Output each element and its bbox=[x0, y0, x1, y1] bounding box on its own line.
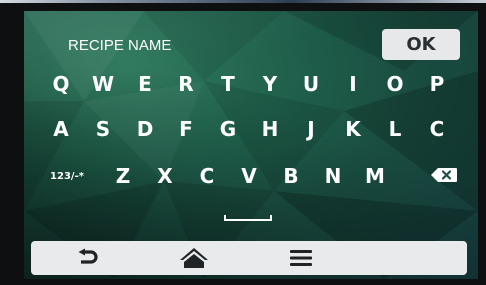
key-q[interactable]: Q bbox=[44, 69, 78, 99]
key-a[interactable]: A bbox=[44, 114, 78, 144]
key-t[interactable]: T bbox=[211, 69, 245, 99]
key-h[interactable]: H bbox=[253, 114, 287, 144]
symbols-key[interactable]: 123/-* bbox=[42, 161, 92, 191]
key-l[interactable]: L bbox=[378, 114, 412, 144]
key-i[interactable]: I bbox=[336, 69, 370, 99]
spacebar-icon-right bbox=[270, 215, 272, 221]
menu-icon bbox=[290, 250, 312, 266]
spacebar-icon bbox=[224, 219, 272, 221]
key-f[interactable]: F bbox=[169, 114, 203, 144]
key-m[interactable]: M bbox=[358, 161, 392, 191]
key-c-cedilla[interactable]: C bbox=[420, 114, 454, 144]
key-w[interactable]: W bbox=[86, 69, 120, 99]
key-c[interactable]: C bbox=[190, 161, 224, 191]
key-d[interactable]: D bbox=[128, 114, 162, 144]
menu-button[interactable] bbox=[281, 243, 321, 273]
backspace-key[interactable] bbox=[427, 160, 461, 190]
key-k[interactable]: K bbox=[336, 114, 370, 144]
key-o[interactable]: O bbox=[378, 69, 412, 99]
back-button[interactable] bbox=[68, 243, 108, 273]
recipe-name-label: RECIPE NAME bbox=[68, 37, 172, 54]
key-g[interactable]: G bbox=[211, 114, 245, 144]
key-n[interactable]: N bbox=[316, 161, 350, 191]
top-accent-line bbox=[0, 0, 486, 3]
key-r[interactable]: R bbox=[169, 69, 203, 99]
spacebar-key[interactable] bbox=[224, 207, 272, 225]
backspace-icon bbox=[431, 168, 457, 182]
key-u[interactable]: U bbox=[294, 69, 328, 99]
ok-button[interactable]: OK bbox=[382, 29, 460, 60]
home-icon bbox=[180, 248, 208, 268]
key-p[interactable]: P bbox=[420, 69, 454, 99]
bottom-nav-bar bbox=[31, 241, 467, 275]
key-b[interactable]: B bbox=[274, 161, 308, 191]
key-z[interactable]: Z bbox=[106, 161, 140, 191]
keyboard-screen: RECIPE NAME OK Q W E R T Y U I O P A S D… bbox=[24, 11, 478, 279]
back-arrow-icon bbox=[78, 248, 98, 264]
home-button[interactable] bbox=[174, 243, 214, 273]
key-y[interactable]: Y bbox=[253, 69, 287, 99]
key-s[interactable]: S bbox=[86, 114, 120, 144]
key-j[interactable]: J bbox=[294, 114, 328, 144]
key-e[interactable]: E bbox=[128, 69, 162, 99]
key-x[interactable]: X bbox=[148, 161, 182, 191]
key-v[interactable]: V bbox=[232, 161, 266, 191]
